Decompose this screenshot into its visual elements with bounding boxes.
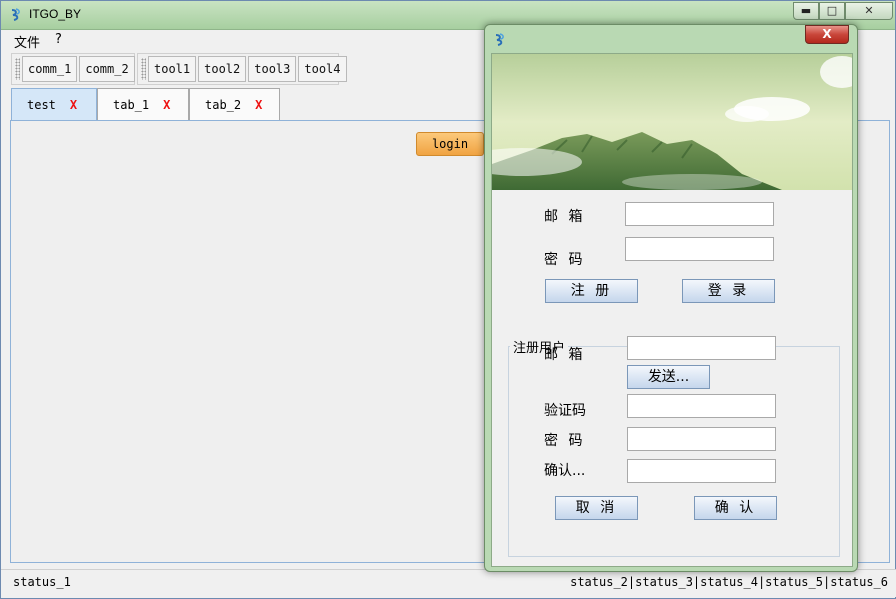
tab-tab-2[interactable]: tab_2 X	[189, 88, 280, 120]
toolbar-grip-handle[interactable]	[15, 58, 20, 80]
tab-test[interactable]: test X	[11, 88, 97, 120]
toolbar-tools: tool1 tool2 tool3 tool4	[137, 53, 347, 85]
maximize-button[interactable]: □	[819, 2, 845, 20]
tab-label: tab_1	[113, 98, 150, 112]
tool-1-button[interactable]: tool1	[148, 56, 197, 82]
login-submit-button[interactable]: 登 录	[682, 279, 775, 303]
status-left: status_1	[13, 575, 71, 589]
register-password-label: 密 码	[544, 433, 586, 449]
comm-2-button[interactable]: comm_2	[79, 56, 135, 82]
login-password-field[interactable]	[625, 237, 774, 261]
tool-3-button[interactable]: tool3	[248, 56, 297, 82]
tool-2-button[interactable]: tool2	[198, 56, 247, 82]
login-email-label: 邮 箱	[544, 209, 586, 225]
send-code-button[interactable]: 发送...	[627, 365, 710, 389]
login-email-field[interactable]	[625, 202, 774, 226]
tab-label: test	[27, 98, 56, 112]
toolbar-comm: comm_1 comm_2	[11, 53, 135, 85]
tool-4-button[interactable]: tool4	[298, 56, 347, 82]
menu-file[interactable]: 文件	[14, 32, 40, 51]
minimize-icon: ▬	[800, 4, 812, 17]
tab-tab-1[interactable]: tab_1 X	[97, 88, 189, 120]
menu-help[interactable]: ?	[55, 32, 62, 47]
toolbar-grip-handle[interactable]	[141, 58, 146, 80]
verification-code-label: 验证码	[544, 403, 586, 419]
register-password-field[interactable]	[627, 427, 776, 451]
register-email-field[interactable]	[627, 336, 776, 360]
close-icon: ✕	[864, 4, 874, 17]
app-logo-icon	[495, 33, 504, 46]
login-password-label: 密 码	[544, 252, 586, 268]
dialog-close-button[interactable]: X	[805, 25, 849, 44]
confirm-button[interactable]: 确 认	[694, 496, 777, 520]
status-bar: status_1 status_2|status_3|status_4|stat…	[1, 569, 896, 597]
comm-1-button[interactable]: comm_1	[22, 56, 78, 82]
tab-label: tab_2	[205, 98, 242, 112]
register-button[interactable]: 注 册	[545, 279, 638, 303]
window-title: ITGO_BY	[29, 7, 82, 21]
close-icon: X	[822, 27, 832, 41]
maximize-icon: □	[826, 4, 838, 17]
login-dialog: X 邮 箱 密 码 注 册 登 录 注册用户 邮 箱 发送... 验证码 密 码…	[484, 24, 858, 572]
close-button[interactable]: ✕	[845, 2, 893, 20]
register-email-label: 邮 箱	[544, 347, 586, 363]
tab-close-icon[interactable]: X	[163, 98, 170, 112]
confirm-password-label: 确认...	[544, 463, 586, 479]
minimize-button[interactable]: ▬	[793, 2, 819, 20]
app-logo-icon	[11, 8, 20, 21]
mountain-banner-image	[492, 54, 852, 190]
login-button[interactable]: login	[416, 132, 484, 156]
tab-close-icon[interactable]: X	[70, 98, 77, 112]
dialog-body: 邮 箱 密 码 注 册 登 录 注册用户 邮 箱 发送... 验证码 密 码 确…	[491, 53, 853, 567]
tab-close-icon[interactable]: X	[255, 98, 262, 112]
verification-code-field[interactable]	[627, 394, 776, 418]
status-right: status_2|status_3|status_4|status_5|stat…	[570, 575, 888, 589]
confirm-password-field[interactable]	[627, 459, 776, 483]
cancel-button[interactable]: 取 消	[555, 496, 638, 520]
